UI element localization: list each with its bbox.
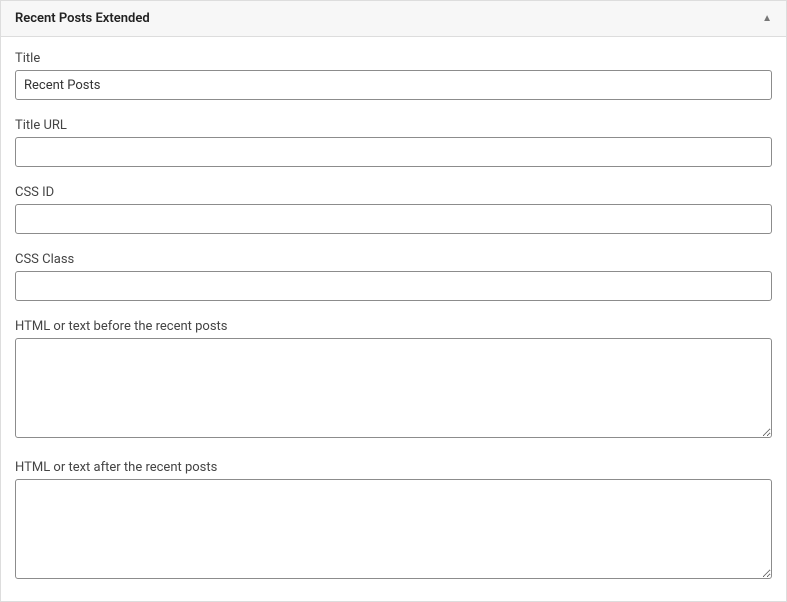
field-before: HTML or text before the recent posts	[15, 319, 772, 442]
field-css-class: CSS Class	[15, 252, 772, 301]
field-css-id: CSS ID	[15, 185, 772, 234]
textarea-before[interactable]	[15, 338, 772, 438]
label-after: HTML or text after the recent posts	[15, 460, 772, 475]
input-title-url[interactable]	[15, 137, 772, 167]
widget-title: Recent Posts Extended	[15, 11, 150, 26]
widget-container: Recent Posts Extended ▲ Title Title URL …	[0, 0, 787, 602]
input-css-class[interactable]	[15, 271, 772, 301]
textarea-after[interactable]	[15, 479, 772, 579]
field-title: Title	[15, 51, 772, 100]
label-css-class: CSS Class	[15, 252, 772, 267]
label-title: Title	[15, 51, 772, 66]
label-before: HTML or text before the recent posts	[15, 319, 772, 334]
label-title-url: Title URL	[15, 118, 772, 133]
collapse-icon: ▲	[762, 14, 772, 24]
input-css-id[interactable]	[15, 204, 772, 234]
input-title[interactable]	[15, 70, 772, 100]
field-title-url: Title URL	[15, 118, 772, 167]
widget-body: Title Title URL CSS ID CSS Class HTML or…	[1, 37, 786, 583]
widget-header[interactable]: Recent Posts Extended ▲	[1, 0, 786, 37]
label-css-id: CSS ID	[15, 185, 772, 200]
field-after: HTML or text after the recent posts	[15, 460, 772, 583]
